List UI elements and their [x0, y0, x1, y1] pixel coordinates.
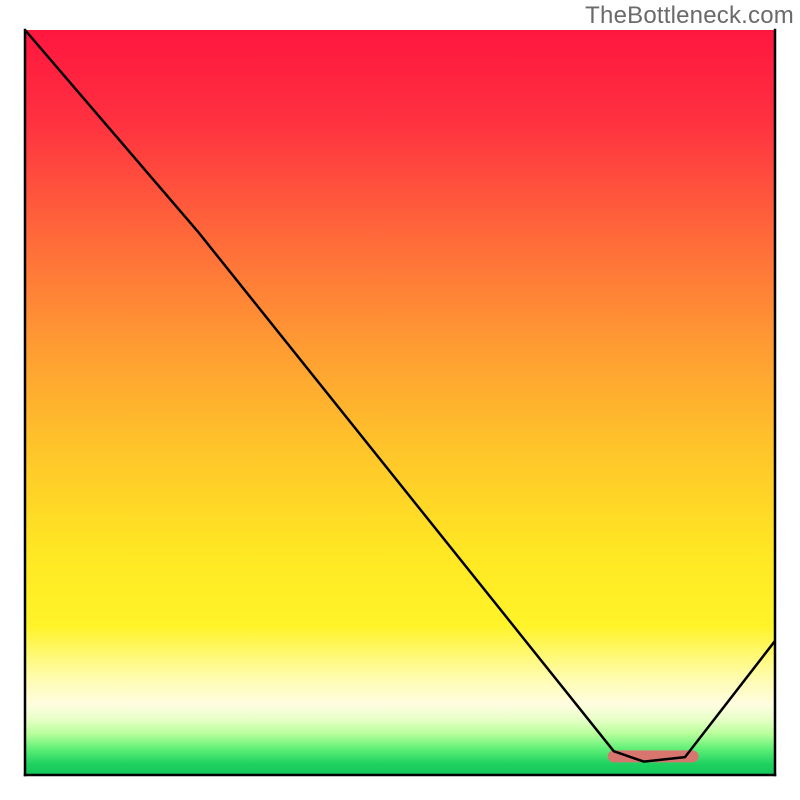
gradient-background: [25, 30, 775, 775]
chart-svg: [0, 0, 800, 800]
chart-stage: TheBottleneck.com: [0, 0, 800, 800]
